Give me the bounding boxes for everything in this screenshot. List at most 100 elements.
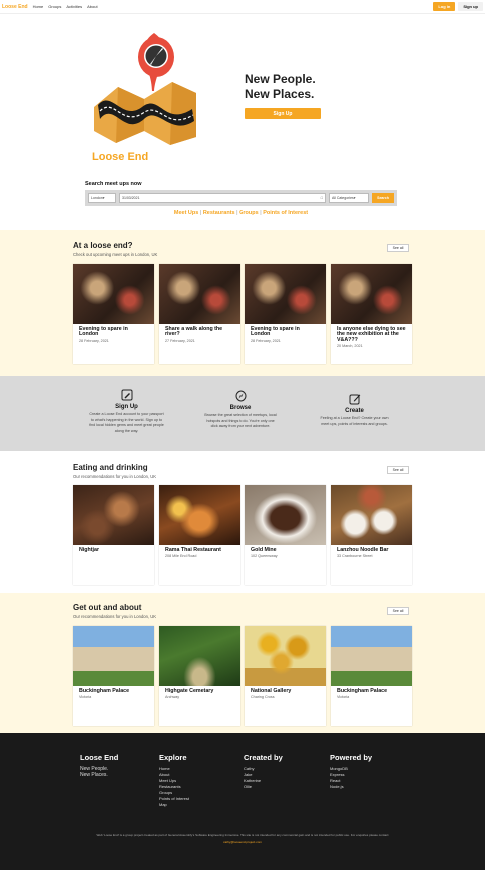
location-value: London [91, 196, 103, 200]
meetup-image [245, 264, 326, 324]
footer-explore-heading: Explore [159, 753, 187, 762]
nav-brand[interactable]: Loose End [2, 4, 28, 10]
hero-logo-map-icon [94, 33, 196, 145]
restaurant-card[interactable]: Lanzhou Noodle Bar 33 Cranbourne Street [331, 485, 412, 585]
meetup-card[interactable]: Evening to spare in London 28 February, … [73, 264, 154, 364]
separator: | [199, 210, 202, 216]
hero-tagline-2: New Places. [245, 87, 315, 101]
out-section: Get out and about Our recommendations fo… [0, 593, 485, 733]
hero-tagline-1: New People. [245, 72, 316, 86]
meetup-card[interactable]: Share a walk along the river? 27 Februar… [159, 264, 240, 364]
nav-link-home[interactable]: Home [33, 4, 44, 9]
footer-brand-col: Loose End New People. New Places. [80, 753, 118, 778]
card-title: Highgate Cemetary [165, 688, 214, 694]
restaurant-cards: Nightjar Rama Thai Restaurant 208 Mile E… [73, 485, 412, 585]
card-title: Evening to spare in London [79, 326, 128, 338]
poi-image [331, 626, 412, 686]
poi-image [159, 626, 240, 686]
poi-card[interactable]: Buckingham Palace Victoria [331, 626, 412, 726]
search-bar: London ▾ 31/03/2021 □ All Categories ▾ Sear… [85, 190, 397, 206]
top-nav: Loose End Home Groups Activities About L… [0, 0, 485, 14]
footer-link[interactable]: Map [159, 802, 189, 808]
card-date: 27 February, 2021 [165, 338, 195, 343]
meetup-card[interactable]: Is anyone else dying to see the new exhi… [331, 264, 412, 364]
section-title: At a loose end? [73, 241, 133, 250]
card-area: Archway [165, 695, 180, 700]
nav-link-activities[interactable]: Activities [66, 4, 82, 9]
restaurant-card[interactable]: Rama Thai Restaurant 208 Mile End Road [159, 485, 240, 585]
feature-signup: Sign Up Create a Loose End account to yo… [89, 389, 164, 434]
restaurant-image [73, 485, 154, 545]
card-address [73, 553, 154, 554]
poi-card[interactable]: Highgate Cemetary Archway [159, 626, 240, 726]
chevron-down-icon: ▾ [102, 196, 105, 200]
search-button[interactable]: Search [372, 193, 394, 203]
card-title: Nightjar [79, 547, 100, 553]
meetup-card[interactable]: Evening to spare in London 28 February, … [245, 264, 326, 364]
nav-link-about[interactable]: About [87, 4, 97, 9]
meetup-image [159, 264, 240, 324]
poi-cards: Buckingham Palace Victoria Highgate Ceme… [73, 626, 412, 726]
signup-button[interactable]: Sign up [458, 2, 483, 11]
card-address: 208 Mile End Road [165, 554, 197, 559]
category-value: All Categories [332, 196, 354, 200]
card-title: Is anyone else dying to see the new exhi… [337, 326, 406, 343]
footer-powered-heading: Powered by [330, 753, 373, 762]
nav-actions: Log in Sign up [433, 2, 483, 11]
section-title: Eating and drinking [73, 463, 148, 472]
see-all-button[interactable]: See all [387, 466, 409, 474]
restaurant-card[interactable]: Nightjar [73, 485, 154, 585]
feature-create: Create Feeling at a Loose End? Create yo… [317, 393, 392, 427]
quick-link-meetups[interactable]: Meet Ups [174, 210, 198, 216]
chevron-down-icon: ▾ [353, 196, 356, 200]
feature-desc: Create a Loose End account to your passp… [89, 412, 164, 433]
quick-link-restaurants[interactable]: Restaurants [203, 210, 235, 216]
section-title: Get out and about [73, 603, 142, 612]
card-address: 102 Queensway [251, 554, 278, 559]
hero-brand: Loose End [92, 151, 149, 163]
footer-contact-link[interactable]: cathy@looseend.project.com [0, 840, 485, 844]
card-title: Evening to spare in London [251, 326, 300, 338]
edit-icon [121, 389, 132, 401]
feature-title: Sign Up [115, 404, 138, 410]
features-section: Sign Up Create a Loose End account to yo… [0, 376, 485, 451]
restaurant-card[interactable]: Gold Mine 102 Queensway [245, 485, 326, 585]
restaurant-image [245, 485, 326, 545]
location-select[interactable]: London ▾ [88, 193, 116, 203]
nav-link-groups[interactable]: Groups [48, 4, 61, 9]
card-area: Charing Cross [251, 695, 275, 700]
footer-creator[interactable]: Ollie [244, 784, 283, 790]
card-area: Victoria [337, 695, 350, 700]
hero-signup-button[interactable]: Sign Up [245, 108, 321, 119]
quick-link-poi[interactable]: Points of Interest [263, 210, 308, 216]
quick-links: Meet Ups | Restaurants | Groups | Points… [85, 210, 397, 216]
calendar-icon: □ [320, 196, 323, 200]
card-date: 20 March, 2021 [337, 343, 363, 348]
quick-link-groups[interactable]: Groups [239, 210, 259, 216]
footer-tech[interactable]: Node.js [330, 784, 372, 790]
section-subtitle: Check out upcoming meet ups in London, U… [73, 252, 158, 257]
loose-end-section: At a loose end? Check out upcoming meet … [0, 230, 485, 376]
footer-explore-col: Explore Home About Meet Ups Restaurants … [159, 753, 189, 808]
card-title: Gold Mine [251, 547, 277, 553]
card-area: Victoria [79, 695, 92, 700]
card-title: National Gallery [251, 688, 292, 694]
separator: | [260, 210, 262, 216]
poi-card[interactable]: Buckingham Palace Victoria [73, 626, 154, 726]
login-button[interactable]: Log in [433, 2, 456, 11]
feature-desc: Feeling at a Loose End? Create your own … [320, 416, 389, 426]
eating-section: Eating and drinking Our recommendations … [0, 451, 485, 593]
see-all-button[interactable]: See all [387, 607, 409, 615]
card-date: 28 February, 2021 [251, 338, 281, 343]
see-all-button[interactable]: See all [387, 244, 409, 252]
category-select[interactable]: All Categories ▾ [329, 193, 369, 203]
feature-title: Browse [229, 405, 252, 411]
date-input[interactable]: 31/03/2021 □ [119, 193, 326, 203]
meetup-image [73, 264, 154, 324]
card-title: Rama Thai Restaurant [165, 547, 221, 553]
meetup-cards: Evening to spare in London 28 February, … [73, 264, 412, 364]
poi-card[interactable]: National Gallery Charing Cross [245, 626, 326, 726]
feature-browse: Browse Browse the great selection of mee… [203, 390, 278, 430]
create-icon [349, 394, 360, 405]
card-address: 33 Cranbourne Street [337, 554, 373, 559]
